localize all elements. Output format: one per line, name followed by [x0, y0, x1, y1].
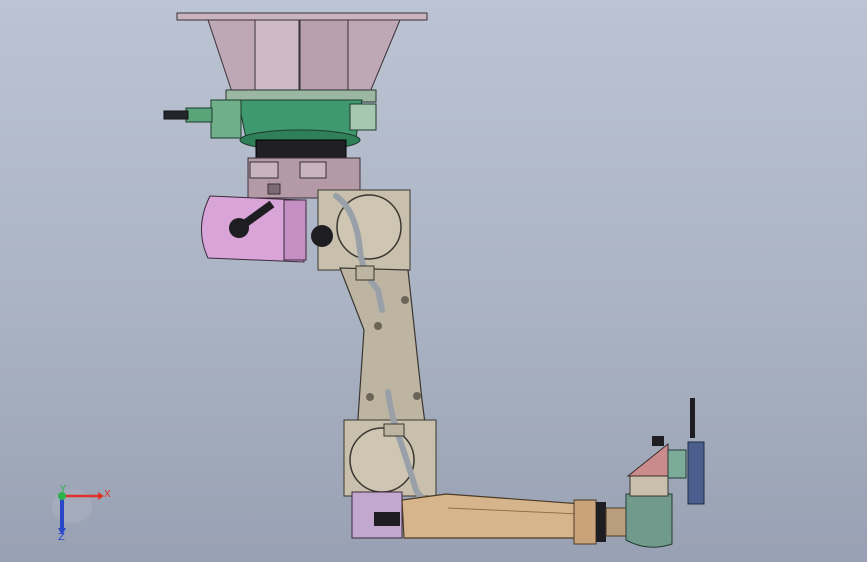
- wrist-tool-flange[interactable]: [605, 398, 705, 548]
- cad-viewport[interactable]: X Y Z: [0, 0, 867, 562]
- x-axis-label: X: [104, 489, 111, 500]
- coordinate-triad: X Y Z: [52, 484, 111, 543]
- robot-model-scene[interactable]: X Y Z: [0, 0, 867, 562]
- cable-clamp-lower: [383, 423, 405, 437]
- y-axis-label: Y: [59, 484, 67, 495]
- forearm[interactable]: [401, 493, 606, 545]
- z-axis-label: Z: [58, 532, 65, 543]
- base-bearing-ring: [255, 139, 347, 161]
- ceiling-mount[interactable]: [176, 12, 428, 93]
- pink-motor[interactable]: [200, 195, 307, 263]
- cable-clamp-upper: [355, 265, 375, 281]
